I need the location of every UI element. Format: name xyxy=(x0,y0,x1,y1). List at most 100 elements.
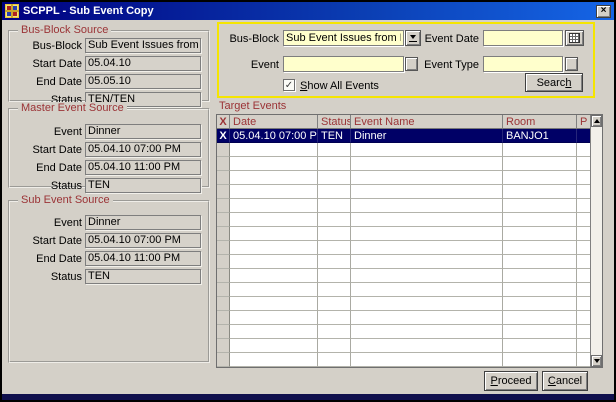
field-row: End Date 05.05.10 xyxy=(10,74,208,89)
cancel-button[interactable]: Cancel xyxy=(542,371,588,391)
field-label: Start Date xyxy=(10,144,82,156)
group-title: Sub Event Source xyxy=(18,194,113,206)
field-row: End Date 05.04.10 11:00 PM xyxy=(10,251,208,266)
row-status: TEN xyxy=(318,129,351,143)
field-label: Status xyxy=(10,271,82,283)
target-events-table: X Date Status Event Name Room P X 05.04.… xyxy=(216,114,603,368)
sub-event-value: Dinner xyxy=(85,215,201,230)
table-row-empty[interactable] xyxy=(217,241,590,255)
column-header-status: Status xyxy=(318,115,351,129)
close-button[interactable]: × xyxy=(596,5,611,18)
group-title: Bus-Block Source xyxy=(18,24,111,36)
sub-status-value: TEN xyxy=(85,269,201,284)
event-type-label: Event Type xyxy=(415,59,479,71)
target-events-title: Target Events xyxy=(219,100,286,112)
window-title: SCPPL - Sub Event Copy xyxy=(23,5,596,17)
start-date-value: 05.04.10 xyxy=(85,56,201,71)
field-label: End Date xyxy=(10,76,82,88)
scroll-up-button[interactable] xyxy=(591,115,602,127)
sub-end-date-value: 05.04.10 11:00 PM xyxy=(85,251,201,266)
field-label: End Date xyxy=(10,253,82,265)
search-button[interactable]: Search xyxy=(525,73,583,92)
column-header-event-name: Event Name xyxy=(351,115,503,129)
group-sub-event-source: Sub Event Source Event Dinner Start Date… xyxy=(8,200,210,363)
field-row: Start Date 05.04.10 xyxy=(10,56,208,71)
group-bus-block-source: Bus-Block Source Bus-Block Sub Event Iss… xyxy=(8,30,210,102)
title-bar[interactable]: SCPPL - Sub Event Copy × xyxy=(2,2,614,20)
row-room: BANJO1 xyxy=(503,129,577,143)
table-row-empty[interactable] xyxy=(217,297,590,311)
bus-block-combo[interactable] xyxy=(283,30,404,46)
window-bottom-border xyxy=(2,394,614,400)
field-row: Event Dinner xyxy=(10,124,208,139)
field-label: Start Date xyxy=(10,235,82,247)
end-date-value: 05.05.10 xyxy=(85,74,201,89)
event-type-input[interactable] xyxy=(483,56,563,72)
master-start-date-value: 05.04.10 07:00 PM xyxy=(85,142,201,157)
event-date-calendar-button[interactable] xyxy=(565,30,584,46)
field-row: End Date 05.04.10 11:00 PM xyxy=(10,160,208,175)
field-label: Event xyxy=(10,217,82,229)
search-panel: Bus-Block Event Event Date Event Type ✓ … xyxy=(217,22,595,98)
field-row: Status TEN xyxy=(10,178,208,193)
table-row-empty[interactable] xyxy=(217,325,590,339)
show-all-events-checkbox[interactable]: ✓ xyxy=(283,79,295,91)
event-date-label: Event Date xyxy=(415,33,479,45)
scrollbar-track[interactable] xyxy=(591,127,602,355)
table-row-empty[interactable] xyxy=(217,185,590,199)
proceed-button[interactable]: Proceed xyxy=(484,371,538,391)
bus-block-label: Bus-Block xyxy=(219,33,279,45)
table-row-empty[interactable] xyxy=(217,339,590,353)
table-row-empty[interactable] xyxy=(217,255,590,269)
sub-start-date-value: 05.04.10 07:00 PM xyxy=(85,233,201,248)
field-label: Bus-Block xyxy=(10,40,82,52)
table-row-empty[interactable] xyxy=(217,213,590,227)
field-label: Event xyxy=(10,126,82,138)
event-type-lov-button[interactable] xyxy=(565,57,578,71)
event-date-input[interactable] xyxy=(483,30,563,46)
table-header-row: X Date Status Event Name Room P xyxy=(217,115,590,129)
table-row-empty[interactable] xyxy=(217,199,590,213)
field-row: Start Date 05.04.10 07:00 PM xyxy=(10,233,208,248)
table-scrollbar[interactable] xyxy=(590,115,602,367)
field-label: Status xyxy=(10,180,82,192)
field-label: End Date xyxy=(10,162,82,174)
field-label: Start Date xyxy=(10,58,82,70)
table-row-empty[interactable] xyxy=(217,171,590,185)
column-header-date: Date xyxy=(230,115,318,129)
table-row-empty[interactable] xyxy=(217,353,590,367)
table-row-empty[interactable] xyxy=(217,311,590,325)
table-row-selected[interactable]: X 05.04.10 07:00 PM TEN Dinner BANJO1 xyxy=(217,129,590,143)
group-title: Master Event Source xyxy=(18,102,127,114)
event-input[interactable] xyxy=(283,56,404,72)
field-row: Start Date 05.04.10 07:00 PM xyxy=(10,142,208,157)
table-body: X 05.04.10 07:00 PM TEN Dinner BANJO1 xyxy=(217,129,590,367)
row-p xyxy=(577,129,590,143)
sub-event-copy-window: SCPPL - Sub Event Copy × Bus-Block Sourc… xyxy=(0,0,616,402)
master-status-value: TEN xyxy=(85,178,201,193)
field-row: Bus-Block Sub Event Issues from EAME xyxy=(10,38,208,53)
row-date: 05.04.10 07:00 PM xyxy=(230,129,318,143)
table-grid: X Date Status Event Name Room P X 05.04.… xyxy=(217,115,590,367)
table-row-empty[interactable] xyxy=(217,143,590,157)
table-row-empty[interactable] xyxy=(217,227,590,241)
event-label: Event xyxy=(219,59,279,71)
table-row-empty[interactable] xyxy=(217,283,590,297)
bus-block-source-value: Sub Event Issues from EAME xyxy=(85,38,201,53)
row-event-name: Dinner xyxy=(351,129,503,143)
master-event-value: Dinner xyxy=(85,124,201,139)
scroll-down-icon xyxy=(594,359,600,363)
group-master-event-source: Master Event Source Event Dinner Start D… xyxy=(8,108,210,188)
calendar-icon xyxy=(569,33,580,43)
column-header-p: P xyxy=(577,115,590,129)
scroll-down-button[interactable] xyxy=(591,355,602,367)
scroll-up-icon xyxy=(594,119,600,123)
field-row: Status TEN xyxy=(10,269,208,284)
table-row-empty[interactable] xyxy=(217,157,590,171)
column-header-x: X xyxy=(217,115,230,129)
show-all-events-label: Show All Events xyxy=(300,80,379,92)
row-mark: X xyxy=(217,129,230,143)
app-icon xyxy=(5,4,19,18)
form-canvas: Bus-Block Source Bus-Block Sub Event Iss… xyxy=(2,20,614,400)
table-row-empty[interactable] xyxy=(217,269,590,283)
